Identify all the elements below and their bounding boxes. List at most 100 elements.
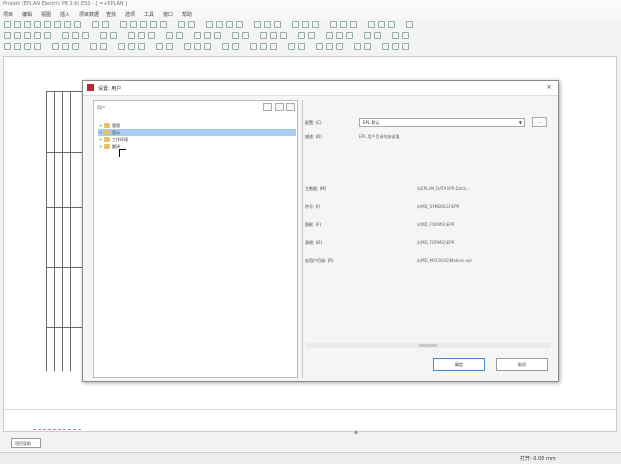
forms-path[interactable]: $(MD_FORMS)\EPR xyxy=(417,240,454,245)
toolbar-tool-icon[interactable] xyxy=(72,43,79,50)
menu-item-project[interactable]: 项目 xyxy=(3,11,13,18)
scheme-select[interactable]: EPL 默认 ▼ xyxy=(359,118,525,127)
toolbar-tool-icon[interactable] xyxy=(74,21,81,28)
toolbar-tool-icon[interactable] xyxy=(14,21,21,28)
toolbar-tool-icon[interactable] xyxy=(216,21,223,28)
toolbar-tool-icon[interactable] xyxy=(308,32,315,39)
toolbar-tool-icon[interactable] xyxy=(402,43,409,50)
toolbar-tool-icon[interactable] xyxy=(44,32,51,39)
menu-item-insert[interactable]: 插入 xyxy=(60,11,70,18)
toolbar-tool-icon[interactable] xyxy=(24,32,31,39)
toolbar-tool-icon[interactable] xyxy=(184,43,191,50)
toolbar-tool-icon[interactable] xyxy=(302,21,309,28)
toolbar-tool-icon[interactable] xyxy=(316,43,323,50)
toolbar-tool-icon[interactable] xyxy=(150,21,157,28)
tree-toolbar-button[interactable] xyxy=(286,103,295,111)
toolbar-tool-icon[interactable] xyxy=(34,21,41,28)
toolbar-tool-icon[interactable] xyxy=(166,43,173,50)
toolbar-tool-icon[interactable] xyxy=(14,32,21,39)
toolbar-tool-icon[interactable] xyxy=(160,21,167,28)
toolbar-tool-icon[interactable] xyxy=(138,32,145,39)
scroll-indicator-icon[interactable]: ▲ xyxy=(354,429,358,435)
horizontal-scrollbar[interactable] xyxy=(307,343,551,348)
toolbar-tool-icon[interactable] xyxy=(232,32,239,39)
toolbar-tool-icon[interactable] xyxy=(128,43,135,50)
toolbar-tool-icon[interactable] xyxy=(354,43,361,50)
toolbar-tool-icon[interactable] xyxy=(392,32,399,39)
frames-path[interactable]: $(MD_FORMS)\EPR xyxy=(417,222,454,227)
cancel-button[interactable]: 取消 xyxy=(496,358,548,371)
toolbar-tool-icon[interactable] xyxy=(14,43,21,50)
toolbar-tool-icon[interactable] xyxy=(110,32,117,39)
toolbar-tool-icon[interactable] xyxy=(54,21,61,28)
menu-item-edit[interactable]: 编辑 xyxy=(22,11,32,18)
menu-item-project-data[interactable]: 项目数据 xyxy=(79,11,99,18)
toolbar-tool-icon[interactable] xyxy=(4,32,11,39)
toolbar-tool-icon[interactable] xyxy=(120,21,127,28)
toolbar-tool-icon[interactable] xyxy=(312,21,319,28)
toolbar-tool-icon[interactable] xyxy=(4,43,11,50)
close-icon[interactable]: × xyxy=(546,83,552,91)
toolbar-tool-icon[interactable] xyxy=(62,43,69,50)
toolbar-tool-icon[interactable] xyxy=(148,32,155,39)
toolbar-tool-icon[interactable] xyxy=(100,43,107,50)
macros-path[interactable]: $(MD_MACROS)\Makros.epr xyxy=(417,258,472,263)
toolbar-tool-icon[interactable] xyxy=(226,21,233,28)
toolbar-tool-icon[interactable] xyxy=(260,32,267,39)
toolbar-tool-icon[interactable] xyxy=(92,21,99,28)
expand-icon[interactable]: + xyxy=(99,129,102,136)
toolbar-tool-icon[interactable] xyxy=(24,21,31,28)
toolbar-tool-icon[interactable] xyxy=(44,21,51,28)
toolbar-tool-icon[interactable] xyxy=(34,43,41,50)
toolbar-tool-icon[interactable] xyxy=(140,21,147,28)
menu-item-find[interactable]: 查找 xyxy=(106,11,116,18)
toolbar-tool-icon[interactable] xyxy=(178,21,185,28)
toolbar-tool-icon[interactable] xyxy=(326,43,333,50)
toolbar-tool-icon[interactable] xyxy=(204,32,211,39)
toolbar-tool-icon[interactable] xyxy=(346,32,353,39)
toolbar-tool-icon[interactable] xyxy=(330,21,337,28)
tree-toolbar-button[interactable] xyxy=(275,103,284,111)
toolbar-tool-icon[interactable] xyxy=(188,21,195,28)
scrollbar-thumb[interactable] xyxy=(419,344,437,347)
toolbar-tool-icon[interactable] xyxy=(260,43,267,50)
toolbar-tool-icon[interactable] xyxy=(102,21,109,28)
tree-item-display[interactable]: + 显示 xyxy=(98,129,296,136)
toolbar-tool-icon[interactable] xyxy=(388,21,395,28)
toolbar-tool-icon[interactable] xyxy=(52,43,59,50)
toolbar-tool-icon[interactable] xyxy=(4,21,11,28)
toolbar-tool-icon[interactable] xyxy=(280,32,287,39)
toolbar-tool-icon[interactable] xyxy=(250,43,257,50)
toolbar-tool-icon[interactable] xyxy=(232,43,239,50)
menu-item-help[interactable]: 帮助 xyxy=(182,11,192,18)
toolbar-tool-icon[interactable] xyxy=(402,32,409,39)
pane-splitter[interactable] xyxy=(302,100,303,378)
toolbar-tool-icon[interactable] xyxy=(326,32,333,39)
toolbar-tool-icon[interactable] xyxy=(350,21,357,28)
menu-item-window[interactable]: 窗口 xyxy=(163,11,173,18)
toolbar-tool-icon[interactable] xyxy=(34,32,41,39)
toolbar-tool-icon[interactable] xyxy=(166,32,173,39)
menu-item-view[interactable]: 视图 xyxy=(41,11,51,18)
toolbar-tool-icon[interactable] xyxy=(194,32,201,39)
toolbar-tool-icon[interactable] xyxy=(24,43,31,50)
tree-toolbar-button[interactable] xyxy=(263,103,272,111)
toolbar-tool-icon[interactable] xyxy=(364,32,371,39)
toolbar-tool-icon[interactable] xyxy=(406,21,413,28)
toolbar-tool-icon[interactable] xyxy=(378,21,385,28)
toolbar-tool-icon[interactable] xyxy=(138,43,145,50)
toolbar-tool-icon[interactable] xyxy=(374,32,381,39)
toolbar-tool-icon[interactable] xyxy=(336,32,343,39)
ok-button[interactable]: 确定 xyxy=(433,358,485,371)
master-data-path[interactable]: $(EPLAN_DATA)\PR-Data\... xyxy=(417,186,471,191)
toolbar-tool-icon[interactable] xyxy=(62,32,69,39)
expand-icon[interactable]: + xyxy=(99,122,102,129)
scheme-more-button[interactable]: ... xyxy=(532,117,547,127)
toolbar-tool-icon[interactable] xyxy=(100,32,107,39)
toolbar-tool-icon[interactable] xyxy=(340,21,347,28)
toolbar-tool-icon[interactable] xyxy=(128,32,135,39)
tree-item-translation[interactable]: + 翻译 xyxy=(98,143,296,150)
toolbar-tool-icon[interactable] xyxy=(206,21,213,28)
toolbar-tool-icon[interactable] xyxy=(156,43,163,50)
toolbar-tool-icon[interactable] xyxy=(264,21,271,28)
